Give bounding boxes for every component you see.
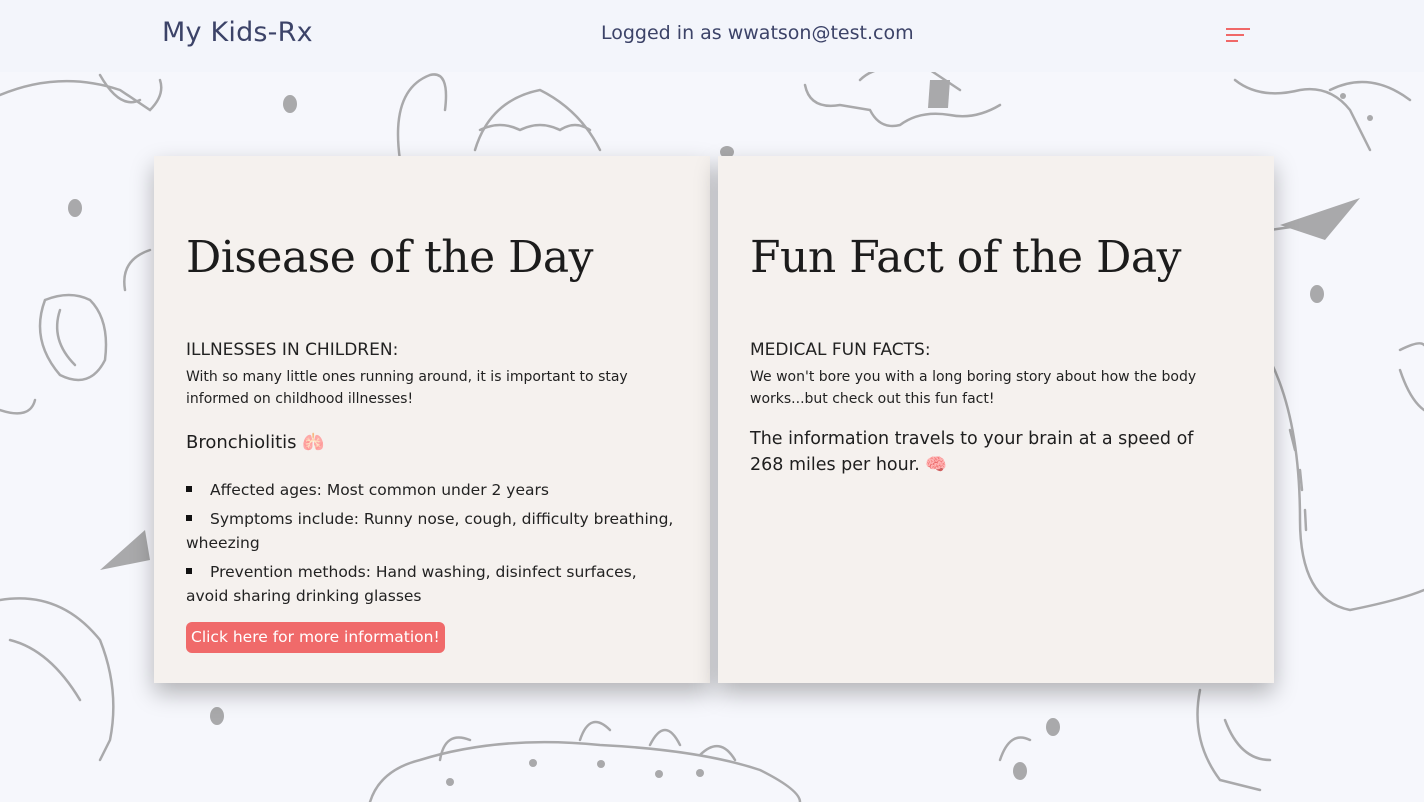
menu-icon[interactable]: [1222, 22, 1254, 50]
top-navbar: My Kids-Rx Logged in as wwatson@test.com: [0, 0, 1424, 72]
card-title: Disease of the Day: [186, 232, 593, 283]
list-item: Affected ages: Most common under 2 years: [186, 478, 676, 502]
more-information-button[interactable]: Click here for more information!: [186, 622, 445, 653]
list-item: Symptoms include: Runny nose, cough, dif…: [186, 507, 676, 555]
brand-logo-text[interactable]: My Kids-Rx: [162, 17, 313, 48]
disease-name: Bronchiolitis 🫁: [186, 432, 325, 453]
disease-facts-list: Affected ages: Most common under 2 years…: [186, 478, 676, 613]
fun-fact-of-the-day-card: Fun Fact of the Day MEDICAL FUN FACTS: W…: [718, 156, 1274, 683]
card-intro-text: We won't bore you with a long boring sto…: [750, 369, 1197, 407]
menu-line: [1226, 28, 1250, 30]
list-item: Prevention methods: Hand washing, disinf…: [186, 560, 676, 608]
card-intro-text: With so many little ones running around,…: [186, 369, 628, 407]
card-title: Fun Fact of the Day: [750, 232, 1181, 283]
menu-line: [1226, 34, 1244, 36]
disease-of-the-day-card: Disease of the Day ILLNESSES IN CHILDREN…: [154, 156, 710, 683]
menu-line: [1226, 40, 1238, 42]
card-subheading: ILLNESSES IN CHILDREN:: [186, 340, 399, 360]
fun-fact-text: The information travels to your brain at…: [750, 429, 1194, 475]
card-subheading: MEDICAL FUN FACTS:: [750, 340, 931, 360]
logged-in-status: Logged in as wwatson@test.com: [601, 22, 914, 44]
